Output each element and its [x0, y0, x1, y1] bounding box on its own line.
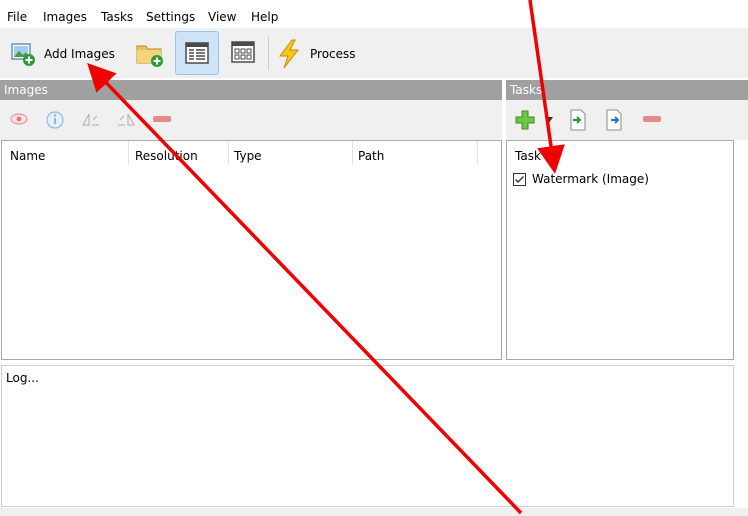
process-label: Process: [310, 47, 356, 61]
eye-icon[interactable]: [9, 111, 29, 127]
images-list[interactable]: Name Resolution Type Path: [1, 140, 502, 360]
menu-bar: File Images Tasks Settings View Help: [0, 0, 748, 28]
column-task[interactable]: Task: [515, 149, 541, 163]
tasks-section-header: Tasks: [506, 80, 748, 100]
remove-task-icon[interactable]: [642, 115, 662, 123]
add-folder-icon[interactable]: [135, 40, 165, 68]
log-panel[interactable]: Log...: [1, 365, 734, 507]
column-name[interactable]: Name: [10, 149, 45, 163]
lightning-icon: [279, 39, 300, 69]
rotate-left-icon[interactable]: [81, 111, 101, 127]
task-item-label: Watermark (Image): [532, 172, 649, 186]
add-task-icon[interactable]: [514, 109, 536, 131]
main-toolbar: Add Images Process: [0, 28, 748, 78]
images-list-header: Name Resolution Type Path: [2, 141, 501, 165]
export-task-icon[interactable]: [604, 109, 624, 131]
menu-settings[interactable]: Settings: [146, 9, 195, 25]
column-divider[interactable]: [128, 141, 129, 165]
info-icon[interactable]: [45, 110, 65, 130]
add-image-icon: [11, 43, 35, 66]
column-type[interactable]: Type: [234, 149, 262, 163]
menu-images[interactable]: Images: [43, 9, 87, 25]
details-view-toggle[interactable]: [175, 31, 219, 75]
menu-file[interactable]: File: [7, 9, 27, 25]
task-item-watermark[interactable]: Watermark (Image): [513, 172, 649, 186]
remove-image-icon[interactable]: [152, 115, 172, 123]
menu-help[interactable]: Help: [251, 9, 278, 25]
chevron-down-icon[interactable]: [544, 116, 554, 124]
column-path[interactable]: Path: [358, 149, 384, 163]
status-bar: [0, 508, 748, 516]
menu-tasks[interactable]: Tasks: [101, 9, 133, 25]
thumbnail-view-icon: [231, 41, 255, 63]
import-task-icon[interactable]: [568, 109, 588, 131]
images-section-header: Images: [0, 80, 502, 100]
add-images-label: Add Images: [44, 47, 115, 61]
log-text: Log...: [6, 371, 39, 385]
tasks-toolbar: [506, 100, 748, 140]
column-divider[interactable]: [352, 141, 353, 165]
column-divider[interactable]: [228, 141, 229, 165]
column-divider[interactable]: [477, 141, 478, 165]
details-view-icon: [185, 42, 209, 64]
thumbnail-view-toggle[interactable]: [222, 31, 266, 75]
tasks-list[interactable]: Task Watermark (Image): [506, 140, 734, 360]
menu-view[interactable]: View: [208, 9, 236, 25]
rotate-right-icon[interactable]: [116, 111, 136, 127]
checkbox-checked-icon[interactable]: [513, 172, 526, 186]
images-toolbar: [0, 100, 502, 140]
toolbar-separator: [268, 36, 269, 70]
column-resolution[interactable]: Resolution: [135, 149, 198, 163]
add-images-button[interactable]: Add Images: [10, 41, 115, 67]
process-button[interactable]: Process: [276, 39, 356, 69]
